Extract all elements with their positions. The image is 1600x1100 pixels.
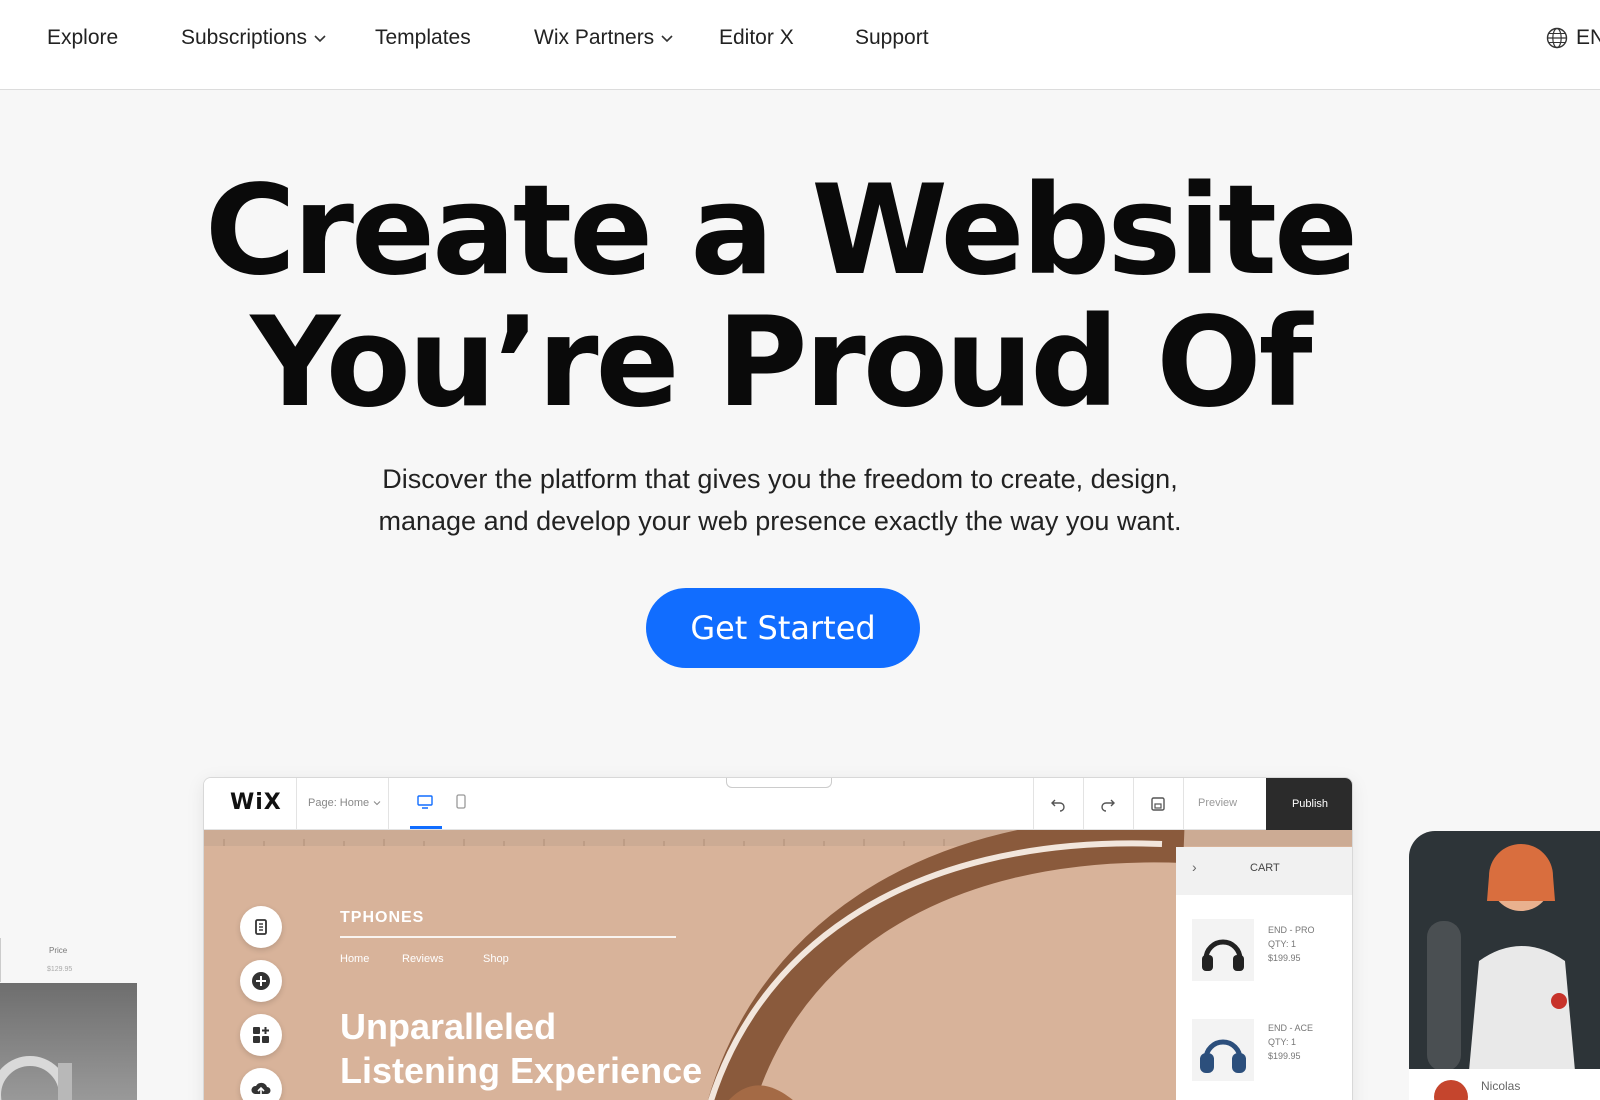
nav-item-label: Subscriptions — [181, 26, 308, 49]
nav-item-templates[interactable]: Templates — [375, 26, 471, 50]
product-image-card — [0, 983, 137, 1100]
price-value: $129.95 — [47, 966, 73, 973]
cart-item-qty: QTY: 1 — [1268, 939, 1297, 949]
nav-item-explore[interactable]: Explore — [47, 26, 118, 50]
undo-button[interactable] — [1033, 778, 1083, 830]
site-headline-line2: Listening Experience — [340, 1050, 703, 1091]
page-selector[interactable]: Page: Home — [308, 797, 381, 809]
page-selector-label: Page: Home — [308, 797, 370, 809]
cart-header: › CART — [1176, 847, 1352, 895]
desktop-view-icon[interactable] — [415, 792, 435, 812]
get-started-button[interactable]: Get Started — [646, 588, 920, 668]
avatar — [1434, 1080, 1468, 1100]
hero-subtitle-line2: manage and develop your web presence exa… — [378, 506, 1182, 536]
cart-item-qty: QTY: 1 — [1268, 1037, 1297, 1047]
headphones-product-image — [1192, 1019, 1254, 1081]
wix-logo: WiX — [230, 790, 282, 815]
save-button[interactable] — [1133, 778, 1183, 830]
editor-toolbar: WiX Page: Home Preview Publish — [204, 778, 1352, 830]
product-image — [0, 1056, 72, 1100]
cart-title: CART — [1250, 862, 1280, 874]
price-label: Price — [49, 946, 68, 955]
drag-handle[interactable] — [726, 778, 832, 788]
profile-name: Nicolas — [1481, 1079, 1521, 1093]
chevron-down-icon — [661, 35, 673, 43]
profile-footer: Nicolas — [1409, 1069, 1600, 1100]
hero-title-line1: Create a Website — [204, 159, 1358, 303]
preview-button[interactable]: Preview — [1198, 797, 1237, 809]
nav-item-label: Explore — [47, 26, 119, 49]
globe-icon — [1546, 27, 1568, 49]
nav-item-support[interactable]: Support — [855, 26, 929, 50]
hero-subtitle-line1: Discover the platform that gives you the… — [382, 464, 1178, 494]
site-headline: Unparalleled Listening Experience — [340, 1005, 702, 1093]
cart-item-name: END - ACE — [1268, 1023, 1314, 1033]
nav-item-label: Editor X — [719, 26, 794, 49]
price-table-fragment: Price $129.95 — [0, 938, 104, 982]
cart-item-price: $199.95 — [1268, 953, 1301, 963]
publish-button[interactable]: Publish — [1266, 778, 1352, 830]
redo-icon — [1101, 799, 1115, 812]
nav-item-label: Support — [855, 26, 929, 49]
profile-photo-card: Nicolas — [1409, 831, 1600, 1100]
editor-canvas: TPHONES Home Reviews Shop Unparalleled L… — [204, 830, 1352, 1100]
cart-item: END - ACE QTY: 1 $199.95 — [1268, 1021, 1313, 1063]
chevron-down-icon — [373, 801, 381, 806]
headphones-product-image — [1192, 919, 1254, 981]
nav-item-wix-partners[interactable]: Wix Partners — [534, 26, 674, 50]
cart-item-name: END - PRO — [1268, 925, 1315, 935]
site-nav-home[interactable]: Home — [340, 953, 369, 965]
nav-item-label: Templates — [375, 26, 471, 49]
nav-item-subscriptions[interactable]: Subscriptions — [181, 26, 327, 50]
cart-item: END - PRO QTY: 1 $199.95 — [1268, 923, 1315, 965]
person-photo — [1427, 844, 1575, 1071]
site-brand: TPHONES — [340, 909, 425, 926]
chevron-right-icon[interactable]: › — [1192, 859, 1197, 875]
language-selector[interactable]: EN — [1546, 26, 1600, 50]
hero-title-line2: You’re Proud Of — [250, 291, 1312, 435]
editor-preview-window: WiX Page: Home Preview Publish TPHONES H… — [203, 777, 1353, 1100]
chevron-down-icon — [314, 35, 326, 43]
pages-icon — [255, 919, 267, 935]
redo-button[interactable] — [1083, 778, 1133, 830]
nav-item-label: Wix Partners — [534, 26, 655, 49]
cart-panel: › CART END - PRO QTY: 1 $199.95 END - AC… — [1176, 847, 1352, 1100]
apps-icon — [253, 1027, 269, 1043]
language-label: EN — [1576, 26, 1600, 49]
site-nav-shop[interactable]: Shop — [483, 953, 509, 965]
pages-tool-button[interactable] — [240, 906, 282, 948]
site-nav-reviews[interactable]: Reviews — [402, 953, 444, 965]
nav-item-editor-x[interactable]: Editor X — [719, 26, 794, 50]
cart-item-price: $199.95 — [1268, 1051, 1301, 1061]
save-icon — [1151, 797, 1165, 811]
undo-icon — [1051, 799, 1065, 812]
upload-cloud-icon — [251, 1082, 271, 1096]
site-header-divider — [340, 936, 676, 938]
add-icon — [252, 972, 270, 990]
apps-tool-button[interactable] — [240, 1014, 282, 1056]
site-headline-line1: Unparalleled — [340, 1006, 557, 1047]
active-view-indicator — [410, 826, 442, 829]
top-navigation: Explore Subscriptions Templates Wix Part… — [0, 0, 1600, 90]
add-tool-button[interactable] — [240, 960, 282, 1002]
mobile-view-icon[interactable] — [453, 792, 469, 812]
